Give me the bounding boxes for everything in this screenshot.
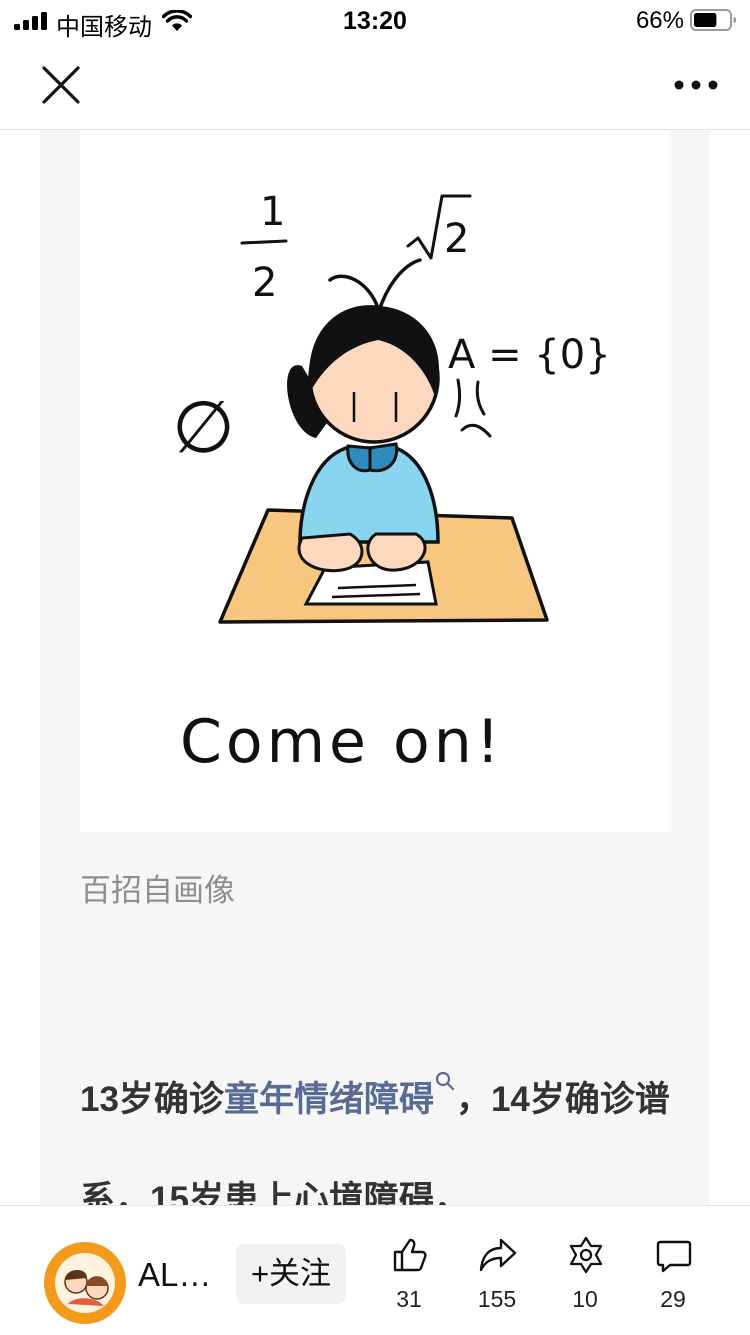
more-dots-icon[interactable] [672,66,720,104]
wow-star-icon [569,1236,603,1274]
fraction-numerator: 1 [260,189,285,235]
nav-bar [0,42,750,130]
article-illustration[interactable]: 1 2 2 ∅ A = {0} Come on! [80,130,670,832]
cartoon-girl-drawing: 1 2 2 ∅ A = {0} Come on! [172,189,611,777]
share-button[interactable]: 155 [457,1236,537,1326]
battery-percent: 66% [635,7,684,34]
comment-count: 29 [660,1286,686,1312]
set-a-formula: A = {0} [448,332,611,378]
search-icon[interactable] [434,1070,456,1092]
wow-count: 10 [572,1286,598,1312]
comment-icon [656,1240,692,1273]
follow-button[interactable]: +关注 [236,1244,346,1304]
come-on-text: Come on! [180,707,504,777]
thumbs-up-icon [393,1238,427,1272]
status-bar: 中国移动 13:20 66% [0,0,750,42]
keyword-search-link[interactable]: 童年情绪障碍 [224,1080,434,1119]
battery-icon [690,9,736,31]
fraction-denominator: 2 [252,260,277,306]
share-count: 155 [477,1286,517,1312]
like-button[interactable]: 31 [369,1236,449,1326]
close-icon[interactable] [38,62,84,108]
article-content: 1 2 2 ∅ A = {0} Come on! 百招自画像 13岁确诊童年情绪… [40,130,710,1205]
like-count: 31 [396,1286,422,1312]
paragraph-text-before: 13岁确诊 [80,1080,224,1119]
sqrt-radicand: 2 [444,216,469,262]
wow-button[interactable]: 10 [545,1236,625,1326]
empty-set-symbol: ∅ [172,385,235,469]
account-name[interactable]: AL… [138,1256,211,1294]
image-caption: 百招自画像 [80,873,235,908]
article-paragraph: 13岁确诊童年情绪障碍 ，14岁确诊谱系，15岁患上心境障碍， [80,1050,680,1205]
comment-button[interactable]: 29 [633,1236,713,1326]
account-avatar[interactable] [42,1240,128,1326]
share-icon [479,1238,517,1272]
bottom-action-bar: AL… +关注 31 155 10 29 [0,1205,750,1335]
